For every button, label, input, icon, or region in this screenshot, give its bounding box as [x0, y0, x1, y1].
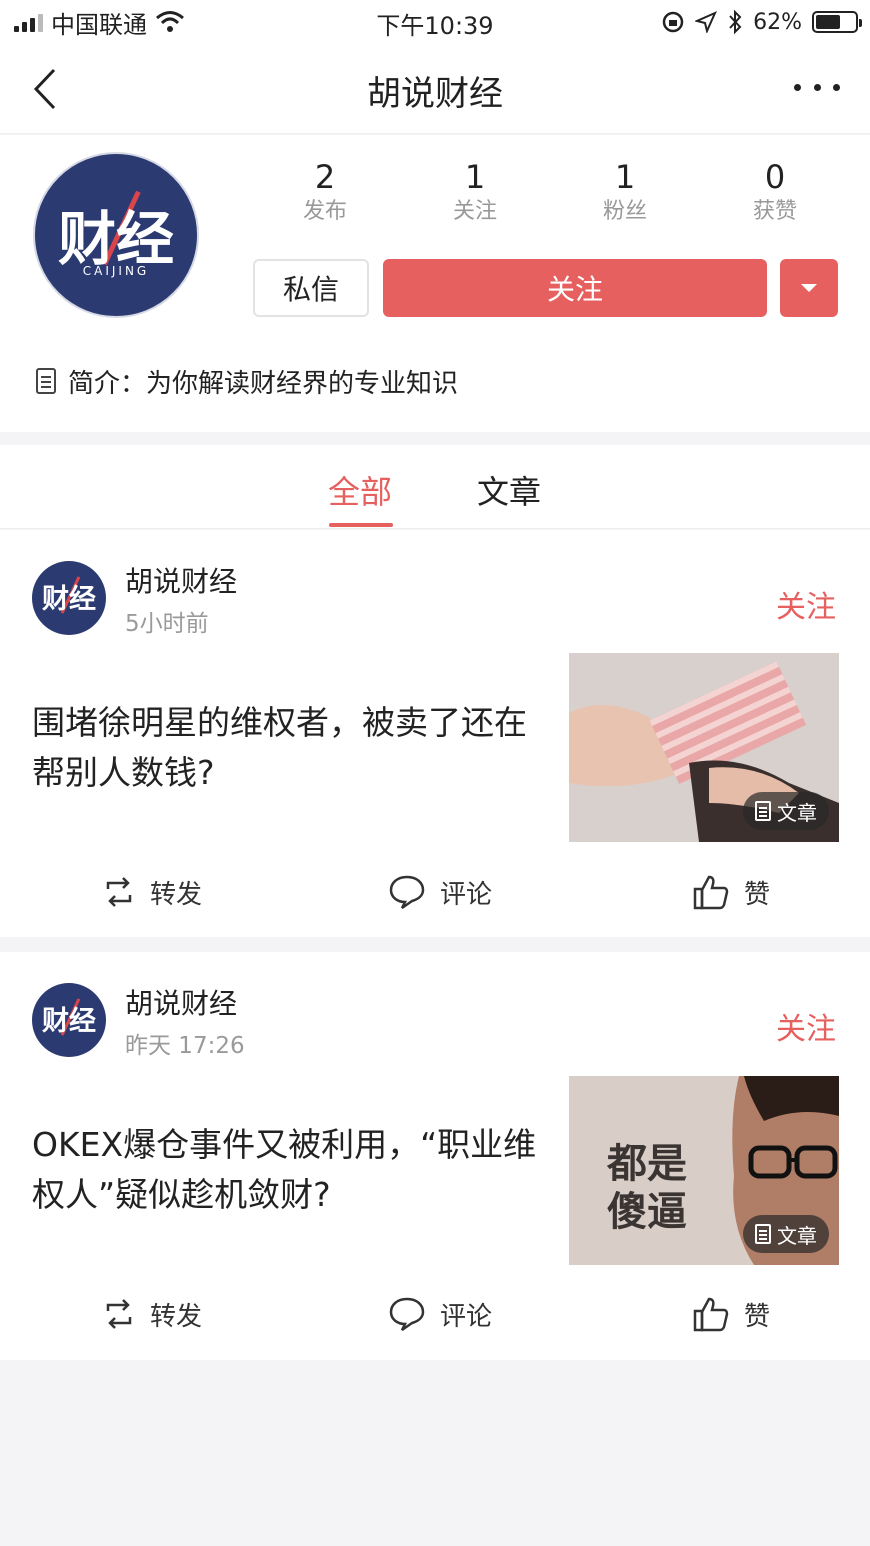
- tab-articles[interactable]: 文章: [477, 467, 541, 513]
- post-actions: 转发 评论 赞: [0, 862, 870, 922]
- post-time: 昨天 17:26: [125, 1033, 245, 1059]
- feed-card[interactable]: 财经 胡说财经 5小时前 关注 围堵徐明星的维权者，被卖了还在帮别人数钱? 文章: [0, 530, 870, 937]
- tab-bar: 全部 文章: [0, 445, 870, 529]
- orientation-lock-icon: [662, 11, 684, 33]
- avatar[interactable]: 财经 CAIJING: [33, 152, 199, 318]
- more-icon: [794, 83, 801, 91]
- like-button[interactable]: 赞: [692, 1284, 770, 1344]
- repost-button[interactable]: 转发: [102, 1284, 202, 1344]
- author-name[interactable]: 胡说财经: [125, 560, 237, 600]
- logo-subtext: CAIJING: [82, 264, 150, 278]
- stat-following[interactable]: 1 关注: [400, 157, 550, 237]
- follow-link[interactable]: 关注: [776, 1004, 836, 1048]
- battery-percent: 62%: [753, 9, 802, 35]
- meme-caption: 都是 傻逼: [607, 1141, 687, 1235]
- post-title[interactable]: OKEX爆仓事件又被利用，“职业维权人”疑似趁机敛财?: [32, 1120, 552, 1220]
- repost-icon: [106, 877, 132, 907]
- stat-posts[interactable]: 2 发布: [250, 157, 400, 237]
- repost-button[interactable]: 转发: [102, 862, 202, 922]
- thumbs-up-icon: [693, 1297, 729, 1332]
- nav-bar: 胡说财经: [0, 44, 870, 134]
- location-icon: [695, 11, 718, 33]
- tab-all[interactable]: 全部: [328, 467, 392, 513]
- follow-dropdown-button[interactable]: [780, 259, 838, 317]
- author-avatar[interactable]: 财经: [32, 983, 106, 1057]
- comment-button[interactable]: 评论: [388, 862, 492, 922]
- intro-text: 简介：为你解读财经界的专业知识: [68, 368, 459, 399]
- comment-button[interactable]: 评论: [388, 1284, 492, 1344]
- status-right: 62%: [661, 6, 862, 38]
- chevron-down-icon: [801, 284, 817, 292]
- comment-icon: [389, 1297, 425, 1332]
- post-time: 5小时前: [125, 611, 209, 637]
- page-title: 胡说财经: [367, 74, 503, 114]
- post-actions: 转发 评论 赞: [0, 1284, 870, 1344]
- document-icon: [755, 1224, 771, 1244]
- document-icon: [36, 368, 56, 394]
- post-title[interactable]: 围堵徐明星的维权者，被卖了还在帮别人数钱?: [32, 698, 552, 798]
- tab-active-indicator: [329, 523, 393, 527]
- repost-icon: [106, 1299, 132, 1329]
- bluetooth-icon: [729, 9, 742, 35]
- more-button[interactable]: [794, 72, 840, 102]
- battery-icon: [812, 11, 862, 33]
- document-icon: [755, 801, 771, 821]
- follow-button[interactable]: 关注: [383, 259, 767, 317]
- post-thumbnail[interactable]: 文章: [569, 653, 839, 842]
- stat-followers[interactable]: 1 粉丝: [550, 157, 700, 237]
- like-button[interactable]: 赞: [692, 862, 770, 922]
- post-thumbnail[interactable]: 都是 傻逼 文章: [569, 1076, 839, 1265]
- profile-header: 财经 CAIJING 2 发布 1 关注 1 粉丝 0 获赞 私信 关注 简介：…: [0, 135, 870, 432]
- author-name[interactable]: 胡说财经: [125, 982, 237, 1022]
- profile-intro: 简介：为你解读财经界的专业知识: [36, 361, 458, 401]
- status-bar: 中国联通 下午10:39 62%: [0, 0, 870, 44]
- article-badge: 文章: [743, 792, 829, 830]
- comment-icon: [389, 875, 425, 910]
- message-button[interactable]: 私信: [253, 259, 369, 317]
- article-badge: 文章: [743, 1215, 829, 1253]
- thumbs-up-icon: [693, 875, 729, 910]
- follow-link[interactable]: 关注: [776, 582, 836, 626]
- feed-card[interactable]: 财经 胡说财经 昨天 17:26 关注 OKEX爆仓事件又被利用，“职业维权人”…: [0, 952, 870, 1360]
- stat-likes[interactable]: 0 获赞: [700, 157, 850, 237]
- profile-stats: 2 发布 1 关注 1 粉丝 0 获赞: [250, 157, 850, 237]
- author-avatar[interactable]: 财经: [32, 561, 106, 635]
